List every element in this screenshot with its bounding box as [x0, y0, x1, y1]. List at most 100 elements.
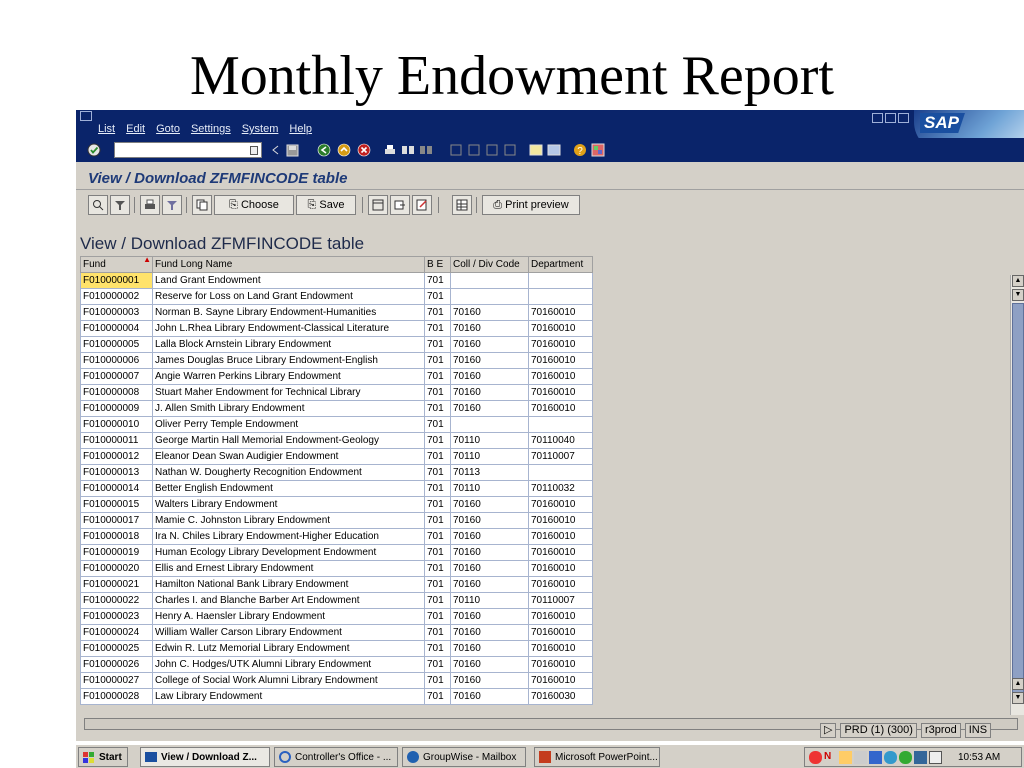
table-row[interactable]: F010000005 Lalla Block Arnstein Library E… [80, 336, 593, 353]
cell-department[interactable]: 70160010 [528, 304, 593, 321]
cell-fund[interactable]: F010000020 [80, 560, 153, 577]
cell-fund-long-name[interactable]: George Martin Hall Memorial Endowment-Ge… [152, 432, 425, 449]
layout-menu-icon[interactable] [590, 142, 606, 158]
pen-icon[interactable] [854, 750, 867, 764]
cell-fund[interactable]: F010000001 [80, 272, 153, 289]
cell-be[interactable]: 701 [424, 640, 451, 657]
table-row[interactable]: F010000010 Oliver Perry Temple Endowment 7… [80, 416, 593, 433]
scroll-up-icon[interactable]: ▲ [1012, 275, 1024, 287]
exit-icon[interactable] [336, 142, 352, 158]
calendar-icon[interactable] [929, 750, 942, 764]
cell-department[interactable]: 70160010 [528, 576, 593, 593]
table-row[interactable]: F010000017 Mamie C. Johnston Library Endo… [80, 512, 593, 529]
network-icon[interactable]: N [824, 751, 837, 764]
cell-department[interactable]: 70160010 [528, 384, 593, 401]
cell-fund-long-name[interactable]: Ellis and Ernest Library Endowment [152, 560, 425, 577]
cell-fund[interactable]: F010000018 [80, 528, 153, 545]
cell-fund[interactable]: F010000017 [80, 512, 153, 529]
filter-icon[interactable] [110, 195, 130, 215]
cell-fund[interactable]: F010000006 [80, 352, 153, 369]
cell-department[interactable] [528, 464, 593, 481]
antivirus-icon[interactable] [809, 750, 822, 764]
find-next-icon[interactable] [418, 142, 434, 158]
task-sap[interactable]: View / Download Z... [140, 747, 270, 767]
cell-department[interactable]: 70110007 [528, 448, 593, 465]
cell-be[interactable]: 701 [424, 320, 451, 337]
sort-icon[interactable] [162, 195, 182, 215]
cell-coll-div-code[interactable]: 70160 [450, 688, 529, 705]
cell-coll-div-code[interactable]: 70160 [450, 656, 529, 673]
cell-be[interactable]: 701 [424, 368, 451, 385]
cell-fund-long-name[interactable]: Angie Warren Perkins Library Endowment [152, 368, 425, 385]
first-page-icon[interactable] [448, 142, 464, 158]
cell-fund-long-name[interactable]: Henry A. Haensler Library Endowment [152, 608, 425, 625]
table-row[interactable]: F010000021 Hamilton National Bank Library… [80, 576, 593, 593]
column-header-fund-long-name[interactable]: Fund Long Name [152, 256, 425, 273]
cell-department[interactable]: 70160010 [528, 640, 593, 657]
cell-fund-long-name[interactable]: Norman B. Sayne Library Endowment-Humani… [152, 304, 425, 321]
cell-fund-long-name[interactable]: Lalla Block Arnstein Library Endowment [152, 336, 425, 353]
cell-coll-div-code[interactable]: 70160 [450, 608, 529, 625]
task-powerpoint[interactable]: Microsoft PowerPoint... [534, 747, 660, 767]
cell-fund[interactable]: F010000003 [80, 304, 153, 321]
cell-fund[interactable]: F010000004 [80, 320, 153, 337]
cell-department[interactable]: 70160010 [528, 560, 593, 577]
cell-fund-long-name[interactable]: Human Ecology Library Development Endowm… [152, 544, 425, 561]
cell-department[interactable] [528, 272, 593, 289]
table-row[interactable]: F010000027 College of Social Work Alumni … [80, 672, 593, 689]
cell-coll-div-code[interactable]: 70160 [450, 528, 529, 545]
table-row[interactable]: F010000012 Eleanor Dean Swan Audigier End… [80, 448, 593, 465]
shortcut-icon[interactable] [546, 142, 562, 158]
cell-fund[interactable]: F010000027 [80, 672, 153, 689]
table-row[interactable]: F010000007 Angie Warren Perkins Library E… [80, 368, 593, 385]
cell-coll-div-code[interactable]: 70160 [450, 384, 529, 401]
cell-fund-long-name[interactable]: Mamie C. Johnston Library Endowment [152, 512, 425, 529]
print-icon[interactable] [382, 142, 398, 158]
cell-fund[interactable]: F010000025 [80, 640, 153, 657]
cell-department[interactable]: 70160010 [528, 656, 593, 673]
table-row[interactable]: F010000014 Better English Endowment 701 701… [80, 480, 593, 497]
copy-icon[interactable] [192, 195, 212, 215]
cell-fund-long-name[interactable]: John L.Rhea Library Endowment-Classical … [152, 320, 425, 337]
cell-be[interactable]: 701 [424, 304, 451, 321]
cell-coll-div-code[interactable] [450, 288, 529, 305]
table-row[interactable]: F010000020 Ellis and Ernest Library Endow… [80, 560, 593, 577]
cell-fund-long-name[interactable]: Charles I. and Blanche Barber Art Endowm… [152, 592, 425, 609]
cell-coll-div-code[interactable]: 70160 [450, 320, 529, 337]
cell-department[interactable]: 70160010 [528, 400, 593, 417]
menu-settings[interactable]: Settings [191, 123, 231, 135]
command-history-icon[interactable] [250, 146, 258, 155]
cell-coll-div-code[interactable]: 70160 [450, 512, 529, 529]
cell-fund[interactable]: F010000013 [80, 464, 153, 481]
table-row[interactable]: F010000013 Nathan W. Dougherty Recognitio… [80, 464, 593, 481]
shield-icon[interactable] [914, 750, 927, 764]
menu-list[interactable]: List [98, 123, 115, 135]
flag-icon[interactable] [869, 750, 882, 764]
cell-be[interactable]: 701 [424, 576, 451, 593]
cell-fund[interactable]: F010000024 [80, 624, 153, 641]
choose-button[interactable]: ⎘ Choose [214, 195, 294, 215]
edit-icon[interactable] [412, 195, 432, 215]
globe-icon[interactable] [899, 750, 912, 764]
cell-fund-long-name[interactable]: Law Library Endowment [152, 688, 425, 705]
cell-be[interactable]: 701 [424, 688, 451, 705]
maximize-icon[interactable] [885, 113, 896, 123]
cell-coll-div-code[interactable]: 70113 [450, 464, 529, 481]
cell-department[interactable]: 70160010 [528, 496, 593, 513]
cancel-icon[interactable] [356, 142, 372, 158]
menu-edit[interactable]: Edit [126, 123, 145, 135]
arrow-left-icon[interactable] [268, 142, 284, 158]
cell-fund[interactable]: F010000012 [80, 448, 153, 465]
system-menu-icon[interactable] [80, 111, 92, 121]
cell-department[interactable]: 70160010 [528, 544, 593, 561]
cell-be[interactable]: 701 [424, 352, 451, 369]
cell-fund[interactable]: F010000021 [80, 576, 153, 593]
cell-fund-long-name[interactable]: Reserve for Loss on Land Grant Endowment [152, 288, 425, 305]
cell-coll-div-code[interactable]: 70160 [450, 640, 529, 657]
cell-fund[interactable]: F010000028 [80, 688, 153, 705]
cell-fund-long-name[interactable]: J. Allen Smith Library Endowment [152, 400, 425, 417]
cell-coll-div-code[interactable]: 70160 [450, 496, 529, 513]
cell-be[interactable]: 701 [424, 272, 451, 289]
cell-be[interactable]: 701 [424, 384, 451, 401]
next-page-icon[interactable] [484, 142, 500, 158]
